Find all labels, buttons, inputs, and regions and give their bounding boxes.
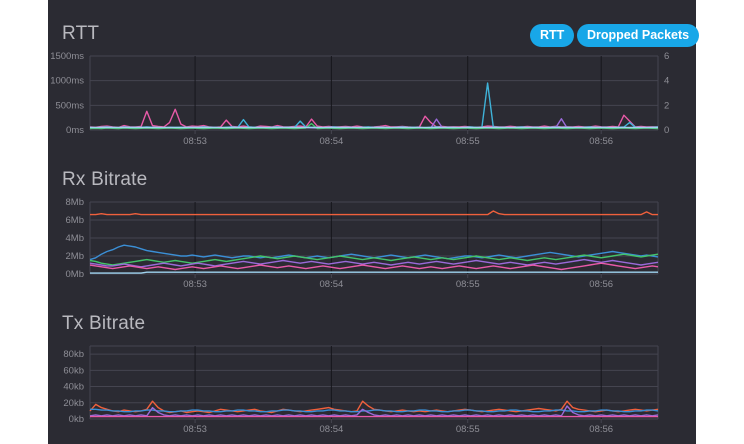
x-tick-label: 08:53: [183, 424, 207, 435]
series-line-0: [90, 210, 658, 216]
y2-tick-label: 2: [664, 100, 669, 111]
series-line-0: [89, 108, 659, 129]
rx-bitrate-chart: 0Mb 2Mb 4Mb 6Mb 8Mb 08:53 08:54 08:55 08:56: [66, 197, 659, 290]
y-tick-label: 1500ms: [50, 51, 84, 62]
dashboard-panel: RTT RTT Dropped Packets 0ms 500ms 1000ms 15…: [48, 0, 700, 444]
rtt-toggle-button[interactable]: RTT: [530, 24, 575, 47]
x-tick-label: 08:56: [589, 279, 613, 290]
rx-chart-title: Rx Bitrate: [62, 169, 148, 190]
x-tick-label: 08:53: [183, 136, 207, 147]
rtt-chart: 0ms 500ms 1000ms 1500ms 0 2 4 6 08:53 08:54 08:55 0…: [50, 51, 669, 147]
y-tick-label: 0Mb: [66, 269, 84, 280]
series-line-1: [90, 408, 659, 413]
y-tick-label: 0kb: [69, 414, 84, 425]
y2-tick-label: 0: [664, 125, 669, 136]
series-line-5: [90, 271, 658, 274]
tx-chart-title: Tx Bitrate: [62, 313, 146, 334]
y-tick-label: 60kb: [63, 365, 84, 376]
y-tick-label: 6Mb: [66, 215, 84, 226]
y-tick-label: 4Mb: [66, 233, 84, 244]
y-tick-label: 0ms: [66, 125, 84, 136]
y-tick-label: 20kb: [63, 398, 84, 409]
rtt-chart-title: RTT: [62, 23, 100, 44]
y-tick-label: 1000ms: [50, 76, 84, 87]
tx-bitrate-chart: 0kb 20kb 40kb 60kb 80kb 08:53 08:54 08:55 08:56: [63, 345, 659, 435]
x-tick-label: 08:56: [589, 424, 613, 435]
y-tick-label: 40kb: [63, 382, 84, 393]
y-tick-label: 80kb: [63, 349, 84, 360]
x-tick-label: 08:55: [456, 279, 480, 290]
x-tick-label: 08:55: [456, 136, 480, 147]
x-tick-label: 08:53: [183, 279, 207, 290]
dropped-packets-toggle-button[interactable]: Dropped Packets: [577, 24, 700, 47]
y2-tick-label: 4: [664, 76, 669, 87]
x-tick-label: 08:54: [320, 424, 344, 435]
x-tick-label: 08:54: [320, 136, 344, 147]
series-line-4: [89, 262, 659, 271]
y-tick-label: 8Mb: [66, 197, 84, 208]
x-tick-label: 08:54: [320, 279, 344, 290]
y-tick-label: 2Mb: [66, 251, 84, 262]
y-tick-label: 500ms: [55, 100, 84, 111]
x-tick-label: 08:56: [589, 136, 613, 147]
y2-tick-label: 6: [664, 51, 669, 62]
x-tick-label: 08:55: [456, 424, 480, 435]
